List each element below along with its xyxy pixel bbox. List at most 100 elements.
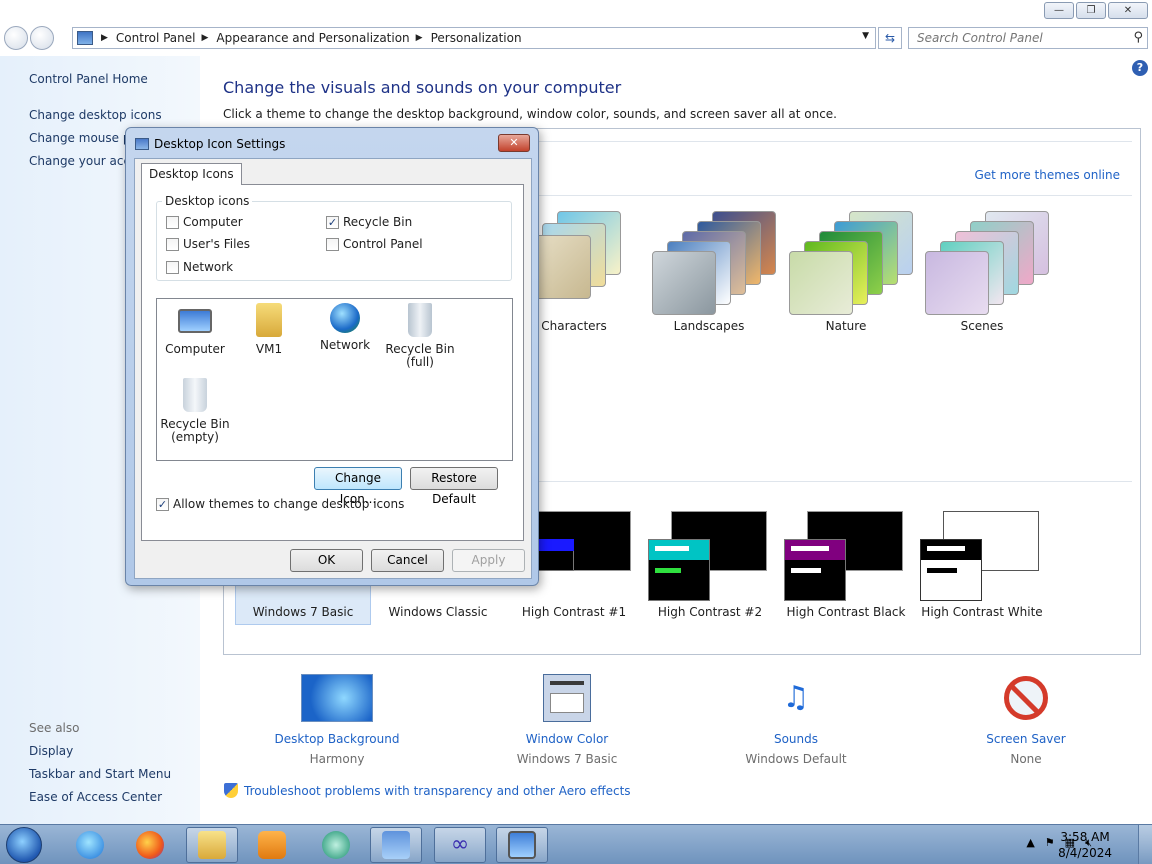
screen-saver-icon [1004, 676, 1048, 720]
taskbar-start-menu-link[interactable]: Taskbar and Start Menu [29, 767, 171, 781]
taskbar-control-panel[interactable] [370, 827, 422, 863]
page-title: Change the visuals and sounds on your co… [223, 78, 622, 97]
cancel-button[interactable]: Cancel [371, 549, 444, 572]
theme-label: Landscapes [673, 319, 745, 333]
show-hidden-icons-button[interactable]: ▲ [1026, 836, 1034, 850]
search-box[interactable]: ⚲ [908, 27, 1148, 49]
checkbox-users-files[interactable]: User's Files [166, 237, 250, 251]
checkbox-allow-themes[interactable]: ✓ Allow themes to change desktop icons [156, 497, 404, 511]
minimize-button[interactable]: — [1044, 2, 1074, 19]
checkbox[interactable] [166, 260, 179, 274]
taskbar-internet-explorer[interactable] [64, 827, 116, 863]
icon-item-recycle-bin-full[interactable]: Recycle Bin (full) [382, 303, 458, 369]
apply-button[interactable]: Apply [452, 549, 525, 572]
display-link[interactable]: Display [29, 744, 73, 758]
chevron-right-icon[interactable]: ▶ [416, 33, 423, 43]
theme-label: High Contrast #2 [657, 605, 763, 619]
checkbox-label: Recycle Bin [343, 215, 413, 229]
theme-nature[interactable]: Nature [779, 211, 913, 341]
ease-of-access-link[interactable]: Ease of Access Center [29, 790, 162, 804]
screen-saver-link[interactable]: Screen Saver [951, 732, 1101, 746]
taskbar-app-circle[interactable] [310, 827, 362, 863]
internet-explorer-icon [76, 831, 104, 859]
checkbox-computer[interactable]: Computer [166, 215, 243, 229]
theme-landscapes[interactable]: Landscapes [642, 211, 776, 341]
help-icon[interactable]: ? [1132, 60, 1148, 76]
sounds-link[interactable]: Sounds [721, 732, 871, 746]
screen-saver-item[interactable]: Screen Saver None [951, 674, 1101, 766]
window-color-link[interactable]: Window Color [492, 732, 642, 746]
tab-desktop-icons[interactable]: Desktop Icons [141, 163, 242, 185]
theme-high-contrast-white[interactable]: High Contrast White [915, 499, 1049, 623]
window-color-icon [543, 674, 591, 722]
chevron-down-icon[interactable]: ▼ [862, 31, 869, 41]
dialog-close-button[interactable]: ✕ [498, 134, 530, 152]
group-label: Desktop icons [162, 194, 253, 208]
chevron-right-icon[interactable]: ▶ [202, 33, 209, 43]
icon-label: VM1 [255, 342, 283, 356]
close-button[interactable]: ✕ [1108, 2, 1148, 19]
checkbox[interactable] [166, 237, 179, 251]
desktop-background-item[interactable]: Desktop Background Harmony [262, 674, 412, 766]
checkbox[interactable] [166, 215, 179, 229]
see-also-heading: See also [29, 721, 80, 735]
icon-list[interactable]: Computer VM1 Network Recycle Bin (full) … [156, 298, 513, 461]
restore-default-button[interactable]: Restore Default [410, 467, 498, 506]
change-mouse-pointers-link[interactable]: Change mouse po [29, 131, 138, 145]
breadcrumb-personalization[interactable]: Personalization [431, 31, 522, 45]
desktop-background-link[interactable]: Desktop Background [262, 732, 412, 746]
address-bar[interactable]: ▶ Control Panel ▶ Appearance and Persona… [72, 27, 876, 49]
icon-item-vm1[interactable]: VM1 [231, 303, 307, 356]
change-account-picture-link[interactable]: Change your acco [29, 154, 137, 168]
clock[interactable]: 3:58 AM 8/4/2024 [1058, 829, 1112, 861]
icon-item-recycle-bin-empty[interactable]: Recycle Bin (empty) [157, 378, 233, 444]
clock-date: 8/4/2024 [1058, 846, 1112, 860]
checkbox-label: Allow themes to change desktop icons [173, 497, 405, 511]
sounds-item[interactable]: ♫ Sounds Windows Default [721, 674, 871, 766]
restore-button[interactable]: ❐ [1076, 2, 1106, 19]
show-desktop-button[interactable] [1138, 825, 1152, 864]
change-desktop-icons-link[interactable]: Change desktop icons [29, 108, 162, 122]
checkbox-recycle-bin[interactable]: ✓ Recycle Bin [326, 215, 412, 229]
page-subtitle: Click a theme to change the desktop back… [223, 107, 837, 121]
breadcrumb-control-panel[interactable]: Control Panel [116, 31, 196, 45]
sounds-value: Windows Default [745, 752, 847, 766]
checkbox-checked[interactable]: ✓ [326, 215, 339, 229]
icon-item-computer[interactable]: Computer [157, 303, 233, 356]
icon-label: Recycle Bin (empty) [160, 417, 230, 444]
taskbar-media-player[interactable] [246, 827, 298, 863]
user-folder-icon [256, 303, 282, 337]
taskbar-infinity-app[interactable]: ∞ [434, 827, 486, 863]
checkbox-checked[interactable]: ✓ [156, 497, 169, 511]
taskbar-desktop-app[interactable] [496, 827, 548, 863]
ok-button[interactable]: OK [290, 549, 363, 572]
icon-item-network[interactable]: Network [307, 303, 383, 352]
taskbar-firefox[interactable] [124, 827, 176, 863]
search-icon[interactable]: ⚲ [1133, 30, 1143, 45]
flag-icon[interactable]: ⚑ [1045, 836, 1055, 850]
window-controls: — ❐ ✕ [1044, 2, 1148, 19]
theme-high-contrast-black[interactable]: High Contrast Black [779, 499, 913, 623]
breadcrumb-appearance[interactable]: Appearance and Personalization [216, 31, 409, 45]
theme-high-contrast-2[interactable]: High Contrast #2 [643, 499, 777, 623]
control-panel-home-link[interactable]: Control Panel Home [29, 72, 148, 86]
refresh-button[interactable]: ⇆ [878, 27, 902, 49]
checkbox[interactable] [326, 237, 339, 251]
desktop-background-value: Harmony [309, 752, 365, 766]
start-button[interactable] [6, 827, 42, 863]
theme-scenes[interactable]: Scenes [915, 211, 1049, 341]
window-color-item[interactable]: Window Color Windows 7 Basic [492, 674, 642, 766]
forward-button[interactable] [30, 26, 54, 50]
back-button[interactable] [4, 26, 28, 50]
theme-label: High Contrast #1 [521, 605, 627, 619]
taskbar-file-explorer[interactable] [186, 827, 238, 863]
get-more-themes-link[interactable]: Get more themes online [974, 168, 1120, 182]
change-icon-button[interactable]: Change Icon... [314, 467, 402, 506]
icon-label: Recycle Bin (full) [385, 342, 455, 369]
network-icon [330, 303, 360, 333]
troubleshoot-link[interactable]: Troubleshoot problems with transparency … [224, 783, 631, 798]
checkbox-control-panel[interactable]: Control Panel [326, 237, 423, 251]
dialog-body: Desktop Icons Desktop icons Computer ✓ R… [134, 158, 532, 579]
search-input[interactable] [909, 28, 1119, 48]
checkbox-network[interactable]: Network [166, 260, 233, 274]
